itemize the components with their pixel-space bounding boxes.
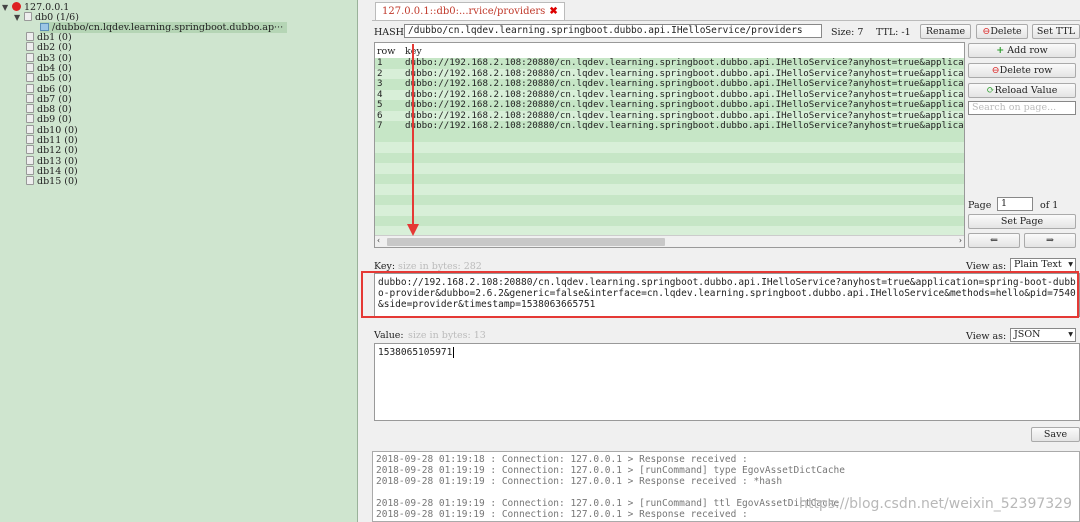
log-line: 2018-09-28 01:19:19 : Connection: 127.0.… [376, 476, 783, 487]
table-empty-row [375, 215, 964, 226]
page-count-label: of 1 [1040, 200, 1059, 211]
database-icon [26, 93, 34, 103]
database-icon [26, 104, 34, 114]
table-row[interactable]: 3 dubbo://192.168.2.108:20880/cn.lqdev.le… [375, 78, 964, 90]
prev-page-button[interactable]: ⇐ [968, 233, 1020, 248]
table-empty-row [375, 131, 964, 142]
database-icon [26, 124, 34, 134]
database-icon [26, 83, 34, 93]
value-size-hint: size in bytes: 13 [408, 330, 486, 341]
arrow-head [407, 224, 419, 236]
page-input[interactable]: 1 [997, 197, 1033, 211]
table-row[interactable]: 5 dubbo://192.168.2.108:20880/cn.lqdev.le… [375, 99, 964, 111]
value-view-as-label: View as: [966, 331, 1007, 342]
table-row[interactable]: 7 dubbo://192.168.2.108:20880/cn.lqdev.le… [375, 120, 964, 132]
delete-button[interactable]: ⊖Delete [976, 24, 1028, 39]
chevron-down-icon: ▾ [1068, 259, 1073, 270]
chevron-down-icon[interactable]: ▼ [14, 12, 24, 23]
table-empty-row [375, 205, 964, 216]
set-page-button[interactable]: Set Page [968, 214, 1076, 229]
scroll-left-icon[interactable]: ‹ [377, 236, 380, 245]
table-empty-row [375, 142, 964, 153]
table-header: row key [375, 43, 964, 58]
watermark: https://blog.csdn.net/weixin_52397329 [798, 496, 1072, 512]
table-empty-row [375, 184, 964, 195]
tree-db-node[interactable]: db15 (0) [26, 176, 78, 187]
log-line: 2018-09-28 01:19:19 : Connection: 127.0.… [376, 498, 840, 509]
tree-key-node[interactable]: /dubbo/cn.lqdev.learning.springboot.dubb… [40, 22, 288, 33]
hash-table[interactable]: row key 1dubbo://192.168.2.108:20880/cn.… [374, 42, 965, 248]
log-line: 2018-09-28 01:19:19 : Connection: 127.0.… [376, 465, 845, 476]
chevron-down-icon: ▾ [1068, 329, 1073, 340]
database-icon [26, 42, 34, 52]
database-icon [26, 165, 34, 175]
database-icon [26, 145, 34, 155]
database-icon [26, 155, 34, 165]
set-ttl-button[interactable]: Set TTL [1032, 24, 1080, 39]
delete-row-button[interactable]: ⊖Delete row [968, 63, 1076, 78]
size-label: Size: 7 [831, 27, 864, 38]
database-icon [26, 62, 34, 72]
plus-icon: + [996, 45, 1005, 56]
database-icon [26, 32, 34, 41]
value-label: Value: [374, 330, 404, 341]
tab-providers[interactable]: 127.0.0.1::db0:...rvice/providers ✖ [375, 2, 565, 20]
search-input[interactable]: Search on page... [968, 101, 1076, 115]
chevron-down-icon[interactable]: ▼ [2, 2, 12, 13]
add-row-button[interactable]: + Add row [968, 43, 1076, 58]
log-line: 2018-09-28 01:19:18 : Connection: 127.0.… [376, 454, 748, 465]
key-type-label: HASH: [374, 27, 408, 38]
next-page-button[interactable]: ⇒ [1024, 233, 1076, 248]
log-line: 2018-09-28 01:19:19 : Connection: 127.0.… [376, 509, 748, 520]
hash-key-icon [40, 23, 49, 31]
database-icon [26, 52, 34, 62]
database-icon [26, 114, 34, 124]
scroll-right-icon[interactable]: › [959, 236, 962, 245]
table-row[interactable]: 1 dubbo://192.168.2.108:20880/cn.lqdev.le… [375, 57, 964, 69]
save-button[interactable]: Save [1031, 427, 1080, 442]
table-empty-row [375, 173, 964, 184]
database-icon [24, 12, 32, 21]
column-row[interactable]: row [377, 46, 395, 57]
horizontal-scrollbar[interactable]: ‹ › [375, 235, 964, 247]
text-cursor [453, 347, 461, 358]
reload-icon: ⟳ [986, 85, 995, 96]
table-empty-row [375, 163, 964, 174]
value-textarea[interactable]: 1538065105971 [374, 343, 1080, 421]
connection-tree[interactable]: ▼ 127.0.0.1 ▼ db0 (1/6) /dubbo/cn.lqdev.le… [0, 0, 358, 522]
server-icon [12, 2, 21, 11]
ttl-label: TTL: -1 [876, 27, 911, 38]
close-icon[interactable]: ✖ [549, 6, 557, 17]
reload-value-button[interactable]: ⟳Reload Value [968, 83, 1076, 98]
delete-icon: ⊖ [991, 65, 1000, 76]
database-icon [26, 73, 34, 83]
key-format-select[interactable]: Plain Text ▾ [1010, 258, 1076, 272]
table-empty-row [375, 194, 964, 205]
key-name-input[interactable]: /dubbo/cn.lqdev.learning.springboot.dubb… [404, 24, 822, 38]
annotation-arrow [407, 44, 419, 236]
scroll-thumb[interactable] [387, 238, 665, 246]
rename-button[interactable]: Rename [920, 24, 971, 39]
database-icon [26, 135, 34, 144]
value-format-select[interactable]: JSON ▾ [1010, 328, 1076, 342]
page-label: Page [968, 200, 992, 211]
database-icon [26, 176, 34, 186]
table-empty-row [375, 152, 964, 163]
annotation-highlight-box [361, 271, 1079, 318]
value-editor: 127.0.0.1::db0:...rvice/providers ✖ HASH:… [361, 0, 1080, 522]
